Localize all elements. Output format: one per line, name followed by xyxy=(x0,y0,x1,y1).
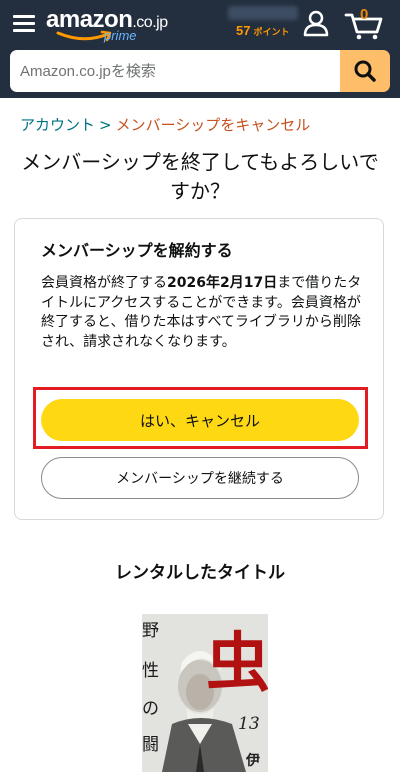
breadcrumb: アカウント > メンバーシップをキャンセル xyxy=(20,114,310,135)
search-icon xyxy=(354,60,376,82)
prime-label: prime xyxy=(104,28,137,43)
search-button[interactable] xyxy=(340,50,390,92)
cancel-membership-card: メンバーシップを解約する 会員資格が終了する2026年2月17日まで借りたタイト… xyxy=(14,218,384,520)
cover-author: 伊藤 xyxy=(246,753,260,769)
points-value: 57 xyxy=(236,23,251,38)
cart-count: 0 xyxy=(360,6,369,23)
cover-title-char: 闘 xyxy=(142,735,159,755)
rentals-heading: レンタルしたタイトル xyxy=(115,563,285,583)
breadcrumb-account-link[interactable]: アカウント xyxy=(20,116,95,134)
cart-button[interactable]: 0 xyxy=(344,6,384,40)
cover-title-char: 野 xyxy=(142,621,159,641)
card-title: メンバーシップを解約する xyxy=(41,241,233,260)
breadcrumb-separator: > xyxy=(99,116,112,134)
search-input[interactable] xyxy=(10,50,340,92)
account-icon[interactable] xyxy=(303,10,329,38)
cover-title-char: 性 xyxy=(142,661,159,681)
keep-membership-button[interactable]: メンバーシップを継続する xyxy=(41,457,359,499)
cover-volume: 13 xyxy=(238,714,260,734)
blurred-user-name xyxy=(228,6,298,20)
highlight-box xyxy=(33,387,368,449)
search-bar xyxy=(10,50,390,92)
cover-big-char: 虫 xyxy=(206,626,268,701)
page-title: メンバーシップを終了してもよろしいですか？ xyxy=(21,150,379,203)
amazon-logo[interactable]: amazon.co.jp prime xyxy=(46,6,176,46)
membership-end-date: 2026年2月17日 xyxy=(167,275,278,291)
cover-title-char: の xyxy=(142,699,159,719)
points-balance[interactable]: 57 ポイント xyxy=(236,22,289,40)
breadcrumb-current: メンバーシップをキャンセル xyxy=(115,116,311,134)
card-description: 会員資格が終了する2026年2月17日まで借りたタイトルにアクセスすることができ… xyxy=(41,275,362,350)
rented-book-cover[interactable]: 野 性 の 闘 虫 13 伊藤 xyxy=(142,614,268,772)
top-header: amazon.co.jp prime 57 ポイント 0 xyxy=(0,0,400,98)
menu-icon[interactable] xyxy=(13,15,35,33)
points-unit: ポイント xyxy=(253,27,290,37)
